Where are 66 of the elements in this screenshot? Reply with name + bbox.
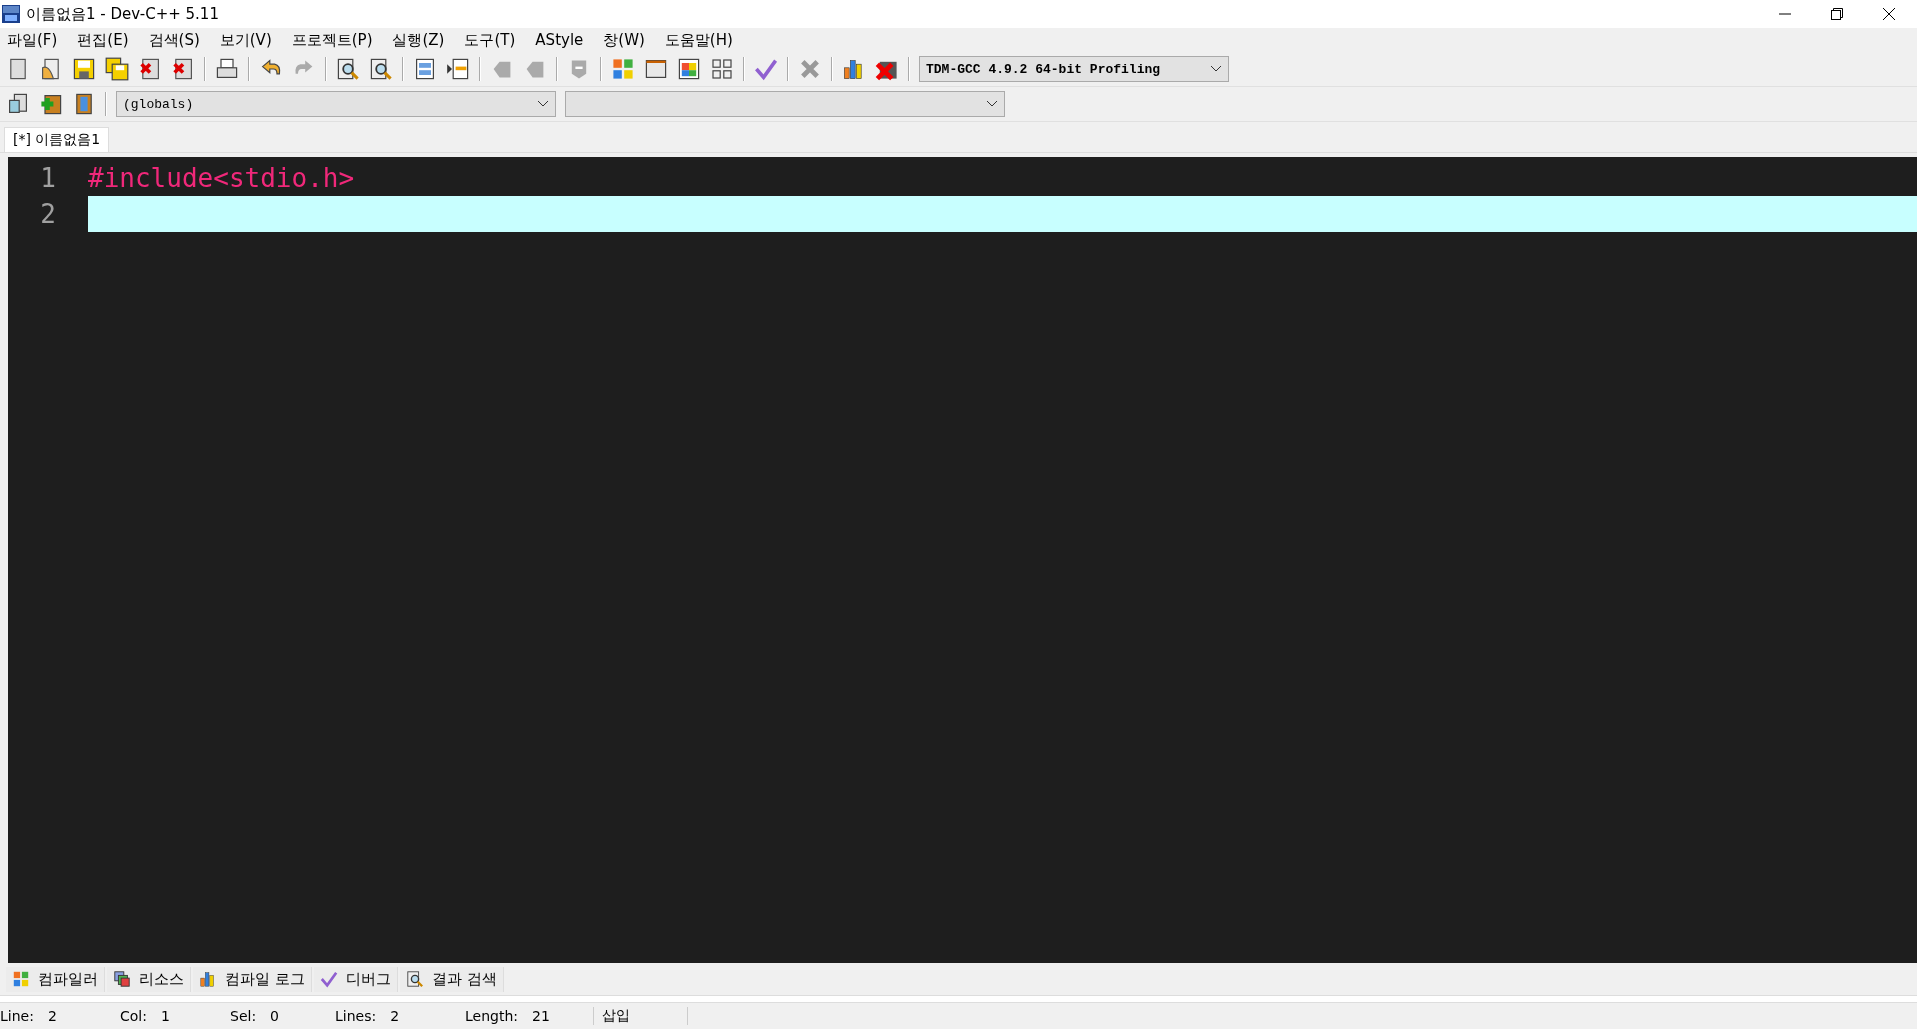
status-label: Length: <box>465 1008 518 1024</box>
panel-tab[interactable]: 컴파일 로그 <box>193 966 312 992</box>
bar-chart-icon <box>199 970 217 988</box>
compile-icon[interactable] <box>611 57 635 81</box>
menu-item[interactable]: 파일(F) <box>7 30 58 50</box>
status-label: Sel: <box>230 1008 257 1024</box>
panel-tab[interactable]: 컴파일러 <box>6 966 105 992</box>
new-project-icon[interactable] <box>6 92 30 116</box>
code-editor[interactable]: 1 #include<stdio.h> 2 <box>8 157 1917 963</box>
add-file-icon[interactable] <box>39 92 63 116</box>
indent-icon[interactable] <box>413 57 437 81</box>
menu-item[interactable]: 실행(Z) <box>392 30 445 50</box>
menu-item[interactable]: 보기(V) <box>219 30 272 50</box>
panel-tab[interactable]: 리소스 <box>107 966 191 992</box>
menu-item[interactable]: AStyle <box>535 31 584 49</box>
class-dropdown[interactable]: (globals) <box>116 91 556 117</box>
status-label: Col: <box>120 1008 147 1024</box>
unindent-icon[interactable] <box>446 57 470 81</box>
chevron-down-icon <box>986 100 998 108</box>
panel-tab-label: 결과 검색 <box>431 969 497 989</box>
status-label: Line: <box>0 1008 34 1024</box>
menu-item[interactable]: 창(W) <box>603 30 645 50</box>
rebuild-icon[interactable] <box>710 57 734 81</box>
line-number: 2 <box>39 199 57 229</box>
restore-icon[interactable] <box>1831 8 1843 20</box>
line-number: 1 <box>39 163 57 193</box>
replace-icon[interactable] <box>369 57 393 81</box>
status-value: 2 <box>390 1008 400 1024</box>
find-icon[interactable] <box>336 57 360 81</box>
window-title: 이름없음1 - Dev-C++ 5.11 <box>26 4 219 24</box>
status-value: 2 <box>47 1008 57 1024</box>
close-icon[interactable] <box>1883 8 1895 20</box>
close-file-icon[interactable] <box>138 57 162 81</box>
menu-item[interactable]: 도구(T) <box>464 30 516 50</box>
compile-run-icon[interactable] <box>677 57 701 81</box>
debug-icon[interactable] <box>754 57 778 81</box>
close-all-icon[interactable] <box>171 57 195 81</box>
compiler-dropdown[interactable]: TDM-GCC 4.9.2 64-bit Profiling <box>919 56 1229 82</box>
chevron-down-icon <box>1210 65 1222 73</box>
menu-item[interactable]: 편집(E) <box>77 30 129 50</box>
status-label: Lines: <box>335 1008 377 1024</box>
menu-item[interactable]: 검색(S) <box>148 30 200 50</box>
status-value: 1 <box>160 1008 170 1024</box>
windows-icon <box>113 970 131 988</box>
status-value: 0 <box>270 1008 280 1024</box>
save-all-icon[interactable] <box>105 57 129 81</box>
run-icon[interactable] <box>644 57 668 81</box>
app-icon <box>2 5 20 23</box>
panel-tab-label: 컴파일러 <box>38 969 98 989</box>
insert-mode: 삽입 <box>593 1007 688 1025</box>
file-tab[interactable]: [*] 이름없음1 <box>4 127 110 152</box>
checkmark-icon <box>319 970 338 988</box>
panel-tab-label: 리소스 <box>139 969 184 989</box>
print-icon[interactable] <box>215 57 239 81</box>
save-icon[interactable] <box>72 57 96 81</box>
panel-tab-label: 컴파일 로그 <box>225 969 305 989</box>
search-icon <box>405 970 424 988</box>
panel-tab[interactable]: 결과 검색 <box>399 966 504 992</box>
chevron-down-icon <box>537 100 549 108</box>
code-line: #include<stdio.h> <box>88 162 356 195</box>
panel-tab-label: 디버그 <box>345 969 391 989</box>
status-value: 21 <box>532 1008 550 1024</box>
panel-tab[interactable]: 디버그 <box>313 966 398 992</box>
grid-icon <box>12 970 30 988</box>
menu-item[interactable]: 프로젝트(P) <box>291 30 373 50</box>
menu-item[interactable]: 도움말(H) <box>664 30 733 50</box>
